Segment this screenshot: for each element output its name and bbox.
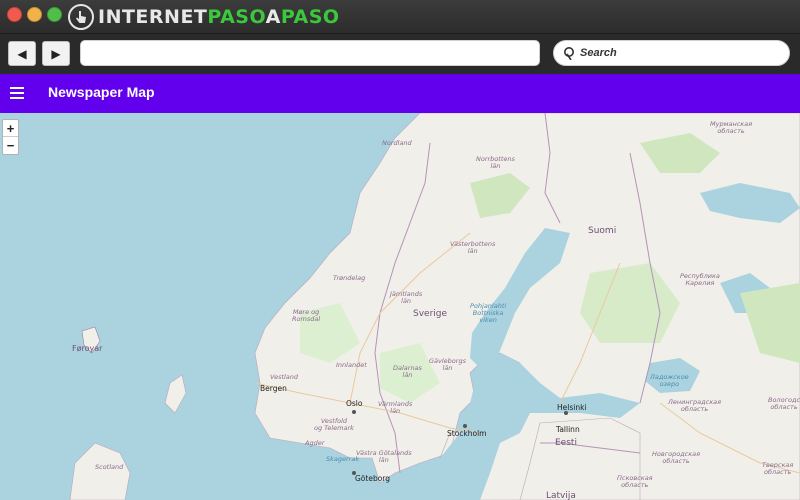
forward-arrow-icon: ▶ <box>51 46 61 61</box>
zoom-control: + − <box>2 119 19 155</box>
city-marker <box>352 410 356 414</box>
city-marker <box>564 411 568 415</box>
map-label: Scotland <box>95 463 124 471</box>
map-label: Вологодс область <box>768 396 800 411</box>
map-label: Innlandet <box>336 361 367 369</box>
logo-word-a: A <box>265 6 281 28</box>
map-label: Stockholm <box>447 429 487 438</box>
map-label: Vestfold og Telemark <box>314 417 354 432</box>
search-input[interactable]: Search <box>553 40 790 66</box>
map-label: Ладожское озеро <box>650 373 689 388</box>
map-label: Värmlands län <box>378 400 413 415</box>
browser-toolbar: ◀ ▶ Search <box>0 34 800 74</box>
logo-word-paso-2: PASO <box>280 6 340 28</box>
map-label: Новгородская область <box>652 450 701 465</box>
logo-word-paso: PASO <box>207 6 266 28</box>
map-label: Тверская область <box>762 461 794 476</box>
map-label: Oslo <box>346 399 363 408</box>
map-label: Ленинградская область <box>668 398 722 413</box>
map-label: Tallinn <box>556 425 580 434</box>
hamburger-menu-icon[interactable] <box>10 85 26 101</box>
brand-logo: INTERNETPASOAPASO <box>68 3 340 31</box>
map-label: Sverige <box>413 309 448 319</box>
map-label: Suomi <box>588 226 617 236</box>
map-label: Мурманская область <box>710 120 753 135</box>
app-bar: Newspaper Map <box>0 74 800 113</box>
map-label: Føroyar <box>72 344 103 353</box>
close-window-button[interactable] <box>7 7 22 22</box>
search-icon <box>564 47 574 60</box>
map-view[interactable]: + − Мурманская область Nordland Norrbott… <box>0 113 800 500</box>
search-placeholder: Search <box>580 47 617 59</box>
zoom-in-button[interactable]: + <box>3 120 18 137</box>
map-label: Göteborg <box>355 474 391 483</box>
map-label: Bergen <box>260 384 287 393</box>
map-label: Trøndelag <box>333 274 366 282</box>
brand-logo-text: INTERNETPASOAPASO <box>98 6 340 28</box>
map-label: Skagerrak <box>326 455 360 463</box>
back-arrow-icon: ◀ <box>17 46 27 61</box>
map-label: Jämtlands län <box>390 290 423 305</box>
map-label: Nordland <box>382 139 412 147</box>
map-label: Norrbottens län <box>476 155 515 170</box>
map-label: Västra Götalands län <box>356 449 412 464</box>
back-button[interactable]: ◀ <box>8 41 36 66</box>
browser-window: INTERNETPASOAPASO ◀ ▶ Search Newspaper M… <box>0 0 800 500</box>
map-label: Helsinki <box>557 403 587 412</box>
title-bar: INTERNETPASOAPASO <box>0 0 800 34</box>
map-label: Latvija <box>546 491 576 500</box>
map-label: Dalarnas län <box>393 364 422 379</box>
map-label: Республика Карелия <box>680 272 720 287</box>
map-label: Agder <box>305 439 325 447</box>
map-label: Västerbottens län <box>450 240 496 255</box>
page-title: Newspaper Map <box>48 84 155 100</box>
zoom-out-button[interactable]: − <box>3 137 18 154</box>
cursor-hand-icon <box>68 4 94 30</box>
minimize-window-button[interactable] <box>27 7 42 22</box>
logo-word-internet: INTERNET <box>98 6 208 28</box>
url-input[interactable] <box>80 40 540 66</box>
city-marker <box>352 471 356 475</box>
map-label: Псковская область <box>617 474 653 489</box>
maximize-window-button[interactable] <box>47 7 62 22</box>
forward-button[interactable]: ▶ <box>42 41 70 66</box>
map-tiles <box>69 113 800 500</box>
map-label: Vestland <box>270 373 299 381</box>
city-marker <box>463 424 467 428</box>
map-label: Eesti <box>555 438 577 448</box>
map-label: Gävleborgs län <box>429 357 466 372</box>
map-label: Møre og Romsdal <box>292 308 321 323</box>
map-label: Pohjanlahti Bottniska viken <box>470 302 507 324</box>
